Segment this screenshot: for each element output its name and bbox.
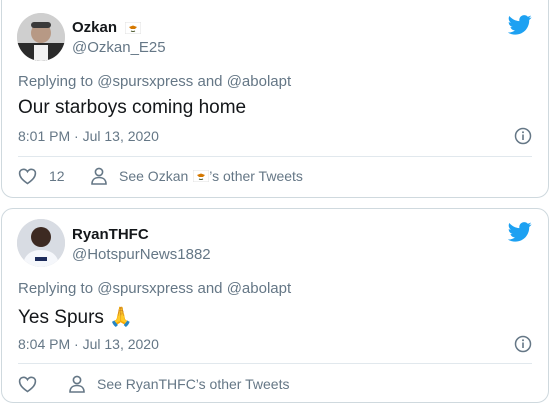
replying-to: Replying to @spursxpress and @abolapt (18, 280, 291, 297)
tweet-timestamp[interactable]: 8:04 PM · Jul 13, 2020 (18, 336, 159, 352)
tweet-card: RyanTHFC @HotspurNews1882 Replying to @s… (1, 208, 549, 403)
heart-icon (18, 168, 37, 185)
avatar[interactable] (17, 13, 65, 61)
replying-label: Replying to (18, 73, 94, 90)
mention-link[interactable]: @spursxpress (97, 280, 193, 297)
see-other-label: See Ozkan (119, 168, 189, 184)
and-label: and (197, 73, 223, 90)
mention-link[interactable]: @abolapt (227, 280, 291, 297)
info-icon[interactable] (514, 335, 532, 353)
like-button[interactable]: 12 (18, 167, 65, 185)
tweet-text: Yes Spurs 🙏 (18, 305, 133, 329)
tweet-text-body: Yes Spurs (18, 307, 104, 328)
cyprus-flag-icon (125, 22, 142, 35)
heart-icon (18, 376, 37, 393)
like-count: 12 (49, 168, 65, 184)
divider (18, 363, 532, 364)
see-other-suffix: ’s other Tweets (209, 168, 303, 184)
see-other-label: See RyanTHFC’s other Tweets (97, 376, 290, 392)
person-icon (69, 375, 85, 393)
replying-label: Replying to (18, 280, 94, 297)
tweet-card: Ozkan @Ozkan_E25 Replying to @spursxpres… (1, 0, 549, 198)
display-name[interactable]: Ozkan (72, 19, 142, 36)
folded-hands-emoji: 🙏 (109, 307, 133, 328)
user-handle[interactable]: @Ozkan_E25 (72, 39, 166, 56)
person-icon (91, 167, 107, 185)
like-button[interactable] (18, 375, 37, 393)
see-other-tweets-link[interactable]: See RyanTHFC’s other Tweets (68, 375, 289, 393)
twitter-bird-icon[interactable] (508, 15, 532, 35)
divider (18, 156, 532, 157)
and-label: and (197, 280, 223, 297)
replying-to: Replying to @spursxpress and @abolapt (18, 73, 291, 90)
see-other-tweets-link[interactable]: See Ozkan ’s other Tweets (90, 167, 303, 185)
twitter-bird-icon[interactable] (508, 222, 532, 242)
display-name[interactable]: RyanTHFC (72, 226, 149, 243)
avatar[interactable] (17, 219, 65, 267)
info-icon[interactable] (514, 127, 532, 145)
tweet-timestamp[interactable]: 8:01 PM · Jul 13, 2020 (18, 128, 159, 144)
mention-link[interactable]: @abolapt (227, 73, 291, 90)
cyprus-flag-icon (193, 170, 210, 182)
tweet-text: Our starboys coming home (18, 97, 247, 118)
mention-link[interactable]: @spursxpress (97, 73, 193, 90)
user-handle[interactable]: @HotspurNews1882 (72, 246, 211, 263)
